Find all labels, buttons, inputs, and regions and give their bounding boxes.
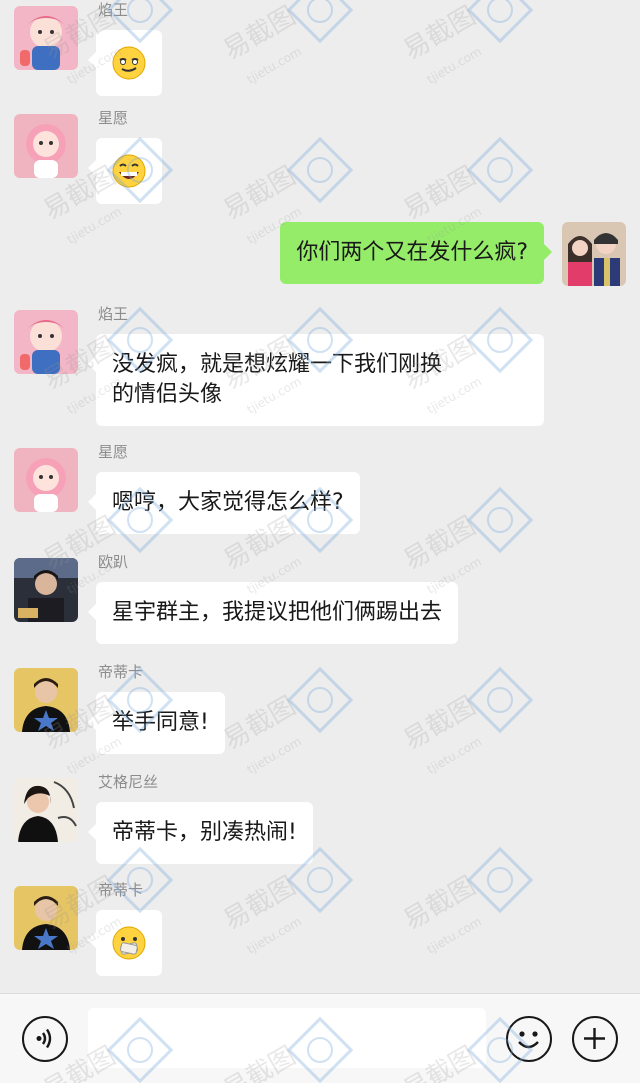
message-bubble[interactable]: 没发疯，就是想炫耀一下我们刚换 的情侣头像 (88, 334, 544, 426)
message-bubble[interactable]: 嗯哼，大家觉得怎么样? (88, 472, 360, 534)
message-bubble[interactable] (88, 30, 162, 96)
message-text: 星宇群主，我提议把他们俩踢出去 (112, 600, 443, 625)
message-bubble[interactable]: 帝蒂卡，别凑热闹! (88, 802, 313, 864)
plus-icon (584, 1028, 605, 1049)
plus-button[interactable] (572, 1016, 618, 1062)
sender-name: 帝蒂卡 (98, 881, 144, 899)
message-bubble[interactable]: 举手同意! (88, 692, 225, 754)
sender-name: 星愿 (98, 443, 129, 461)
chat-area[interactable]: 焰王 星愿 你们两个又在发什么疯? 焰王 没发疯，就是想炫耀一下我们刚换 的情侣… (0, 0, 640, 993)
message-input[interactable] (88, 1008, 486, 1068)
avatar[interactable] (14, 6, 78, 70)
input-bar (0, 993, 640, 1083)
sender-name: 欧趴 (98, 553, 129, 571)
message-bubble[interactable] (88, 910, 162, 976)
grin-emoji-icon (112, 154, 146, 188)
message-text-line: 没发疯，就是想炫耀一下我们刚换 (112, 352, 443, 377)
message-bubble[interactable]: 你们两个又在发什么疯? (280, 222, 552, 284)
avatar[interactable] (14, 778, 78, 842)
smirk-emoji-icon (112, 46, 146, 80)
zipped-mouth-emoji-icon (112, 926, 146, 960)
avatar[interactable] (14, 668, 78, 732)
emoji-button[interactable] (506, 1016, 552, 1062)
sender-name: 帝蒂卡 (98, 663, 144, 681)
avatar[interactable] (14, 886, 78, 950)
emoji-icon (518, 1031, 539, 1049)
message-bubble[interactable]: 星宇群主，我提议把他们俩踢出去 (87, 582, 459, 644)
sender-name: 星愿 (98, 109, 129, 127)
avatar[interactable] (14, 448, 78, 512)
message-text: 你们两个又在发什么疯? (296, 240, 528, 265)
voice-icon (36, 1028, 52, 1049)
message-bubble[interactable] (88, 138, 162, 204)
message-text-line: 的情侣头像 (112, 382, 223, 407)
message-text: 嗯哼，大家觉得怎么样? (112, 490, 344, 515)
avatar[interactable] (14, 114, 78, 178)
sender-name: 焰王 (98, 1, 129, 19)
avatar[interactable] (14, 558, 78, 622)
sender-name: 艾格尼丝 (98, 773, 159, 791)
voice-button[interactable] (22, 1016, 68, 1062)
message-text: 举手同意! (112, 710, 209, 735)
sender-name: 焰王 (98, 305, 129, 323)
avatar[interactable] (562, 222, 626, 286)
avatar[interactable] (14, 310, 78, 374)
message-text: 帝蒂卡，别凑热闹! (112, 820, 297, 845)
